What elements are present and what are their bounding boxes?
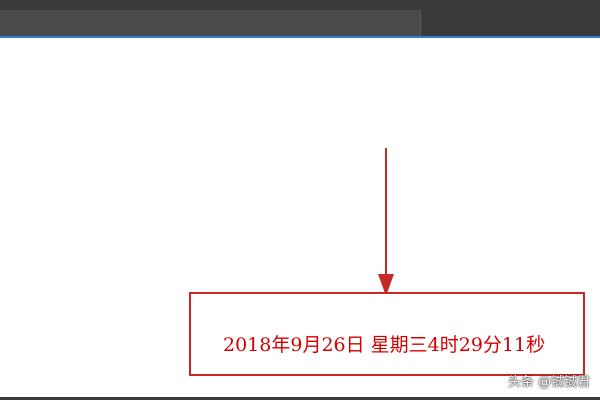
- down-arrow-icon: [378, 148, 394, 296]
- datetime-display: 2018年9月26日 星期三4时29分11秒: [223, 334, 546, 356]
- toolbar-accent-line: [0, 36, 600, 38]
- datetime-highlight-box: 2018年9月26日 星期三4时29分11秒: [189, 292, 585, 376]
- top-toolbar: [0, 0, 600, 36]
- screenshot-canvas: 2018年9月26日 星期三4时29分11秒 头条 @铖铖君: [0, 0, 600, 400]
- toolbar-panel: [0, 10, 421, 36]
- watermark: 头条 @铖铖君: [507, 375, 590, 390]
